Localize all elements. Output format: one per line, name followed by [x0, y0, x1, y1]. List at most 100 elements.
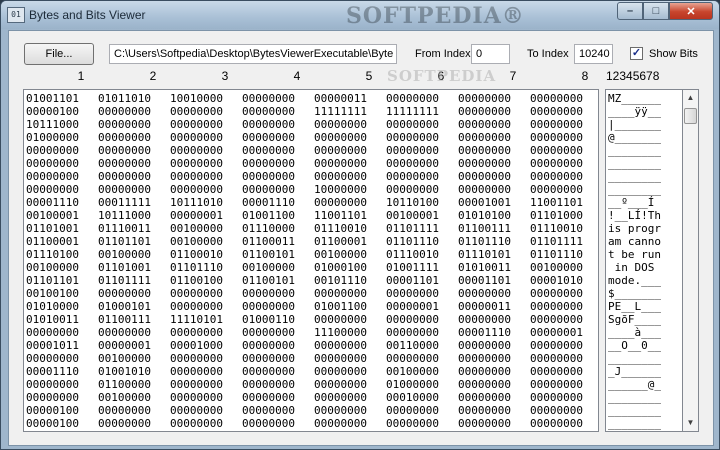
bits-cell[interactable]: 00000000 [242, 417, 314, 430]
bits-cell[interactable]: 00000000 [98, 118, 170, 131]
bits-cell[interactable]: 00000000 [170, 287, 242, 300]
bits-cell[interactable]: 10110100 [386, 196, 458, 209]
to-index-input[interactable]: 10240 [574, 44, 613, 64]
bits-cell[interactable]: 00000100 [26, 105, 98, 118]
bits-cell[interactable]: 00000000 [170, 157, 242, 170]
bits-cell[interactable]: 00000000 [242, 365, 314, 378]
bits-cell[interactable]: 01100001 [314, 235, 386, 248]
bits-cell[interactable]: 00000000 [98, 144, 170, 157]
vertical-scrollbar[interactable]: ▲ ▼ [682, 89, 699, 432]
bits-cell[interactable]: 01101101 [26, 274, 98, 287]
bits-cell[interactable]: 00000000 [170, 391, 242, 404]
bits-cell[interactable]: 00000000 [26, 378, 98, 391]
file-button[interactable]: File... [24, 43, 94, 65]
bits-cell[interactable]: 01010000 [26, 300, 98, 313]
bits-cell[interactable]: 00000000 [242, 404, 314, 417]
bits-cell[interactable]: 00000000 [458, 157, 530, 170]
bits-cell[interactable]: 00000000 [458, 352, 530, 365]
close-button[interactable]: ✕ [669, 2, 713, 20]
bits-cell[interactable]: 00000000 [386, 118, 458, 131]
from-index-input[interactable]: 0 [471, 44, 510, 64]
bits-cell[interactable]: 00000000 [242, 157, 314, 170]
bits-cell[interactable]: 00000000 [242, 183, 314, 196]
bits-cell[interactable]: 00000000 [314, 417, 386, 430]
bits-cell[interactable]: 00000000 [242, 131, 314, 144]
bits-cell[interactable]: 00110000 [386, 339, 458, 352]
bits-cell[interactable]: 00001101 [458, 274, 530, 287]
bits-cell[interactable]: 00000000 [458, 391, 530, 404]
bits-cell[interactable]: 00000000 [458, 131, 530, 144]
bits-cell[interactable]: 00011111 [98, 196, 170, 209]
bits-cell[interactable]: 00000000 [98, 404, 170, 417]
bits-cell[interactable]: 10000000 [314, 183, 386, 196]
bits-cell[interactable]: 01101101 [98, 235, 170, 248]
maximize-button[interactable]: □ [643, 2, 669, 20]
bits-cell[interactable]: 01110101 [458, 248, 530, 261]
bits-cell[interactable]: 00100000 [26, 261, 98, 274]
bits-cell[interactable]: 11001101 [530, 196, 598, 209]
bits-grid[interactable]: 01001101 01011010 10010000 00000000 00000011… [23, 89, 599, 432]
bits-cell[interactable]: 01001111 [386, 261, 458, 274]
bits-cell[interactable]: 10111000 [98, 209, 170, 222]
bits-cell[interactable]: 00000000 [386, 404, 458, 417]
bits-cell[interactable]: 01101001 [26, 222, 98, 235]
bits-cell[interactable]: 00001000 [170, 339, 242, 352]
bits-cell[interactable]: 01101110 [458, 235, 530, 248]
bits-cell[interactable]: 00000000 [242, 339, 314, 352]
bits-cell[interactable]: 00000000 [530, 391, 598, 404]
bits-cell[interactable]: 01001100 [242, 209, 314, 222]
bits-cell[interactable]: 00000000 [386, 352, 458, 365]
bits-cell[interactable]: 00000001 [98, 339, 170, 352]
bits-cell[interactable]: 01011010 [98, 92, 170, 105]
bits-cell[interactable]: 00000000 [530, 170, 598, 183]
bits-cell[interactable]: 01000000 [386, 378, 458, 391]
bits-cell[interactable]: 00100000 [98, 352, 170, 365]
bits-cell[interactable]: 01110100 [26, 248, 98, 261]
bits-cell[interactable]: 00000000 [386, 92, 458, 105]
bits-cell[interactable]: 00001110 [458, 326, 530, 339]
bits-cell[interactable]: 01100010 [170, 248, 242, 261]
bits-cell[interactable]: 00000000 [314, 339, 386, 352]
bits-cell[interactable]: 01101111 [98, 274, 170, 287]
bits-cell[interactable]: 00000000 [458, 404, 530, 417]
bits-cell[interactable]: 00000000 [314, 170, 386, 183]
bits-cell[interactable]: 01100011 [242, 235, 314, 248]
bits-cell[interactable]: 00000000 [530, 287, 598, 300]
bits-cell[interactable]: 00000000 [386, 157, 458, 170]
bits-cell[interactable]: 01001010 [98, 365, 170, 378]
bits-cell[interactable]: 00000000 [98, 131, 170, 144]
bits-cell[interactable]: 00000000 [98, 326, 170, 339]
bits-cell[interactable]: 11001101 [314, 209, 386, 222]
bits-cell[interactable]: 00101110 [314, 274, 386, 287]
bits-cell[interactable]: 11100000 [314, 326, 386, 339]
bits-cell[interactable]: 00000000 [314, 196, 386, 209]
bits-cell[interactable]: 00000000 [242, 92, 314, 105]
bits-cell[interactable]: 00000000 [530, 92, 598, 105]
bits-cell[interactable]: 01100001 [26, 235, 98, 248]
bits-cell[interactable]: 00000000 [170, 326, 242, 339]
bits-cell[interactable]: 00000000 [386, 183, 458, 196]
bits-cell[interactable]: 00000000 [530, 404, 598, 417]
bits-cell[interactable]: 00000000 [26, 326, 98, 339]
bits-cell[interactable]: 00000000 [458, 365, 530, 378]
bits-cell[interactable]: 01000000 [26, 131, 98, 144]
bits-cell[interactable]: 01110011 [98, 222, 170, 235]
bits-cell[interactable]: 00000000 [458, 144, 530, 157]
bits-cell[interactable]: 01100111 [458, 222, 530, 235]
bits-cell[interactable]: 00000000 [530, 378, 598, 391]
bits-cell[interactable]: 00000001 [170, 209, 242, 222]
title-bar[interactable]: 01 Bytes and Bits Viewer SOFTPEDIA® – □ … [1, 1, 719, 29]
bits-cell[interactable]: 00000000 [386, 144, 458, 157]
bits-cell[interactable]: 00000000 [98, 287, 170, 300]
bits-cell[interactable]: 11111111 [314, 105, 386, 118]
bits-cell[interactable]: 01101110 [386, 235, 458, 248]
bits-cell[interactable]: 00000000 [530, 300, 598, 313]
bits-cell[interactable]: 00000000 [530, 105, 598, 118]
show-bits-label[interactable]: Show Bits [649, 48, 698, 60]
bits-cell[interactable]: 10111010 [170, 196, 242, 209]
bits-cell[interactable]: 00000000 [458, 313, 530, 326]
bits-cell[interactable]: 00000000 [242, 391, 314, 404]
bits-cell[interactable]: 01101111 [386, 222, 458, 235]
bits-cell[interactable]: 00000000 [242, 326, 314, 339]
bits-cell[interactable]: 00100001 [26, 209, 98, 222]
